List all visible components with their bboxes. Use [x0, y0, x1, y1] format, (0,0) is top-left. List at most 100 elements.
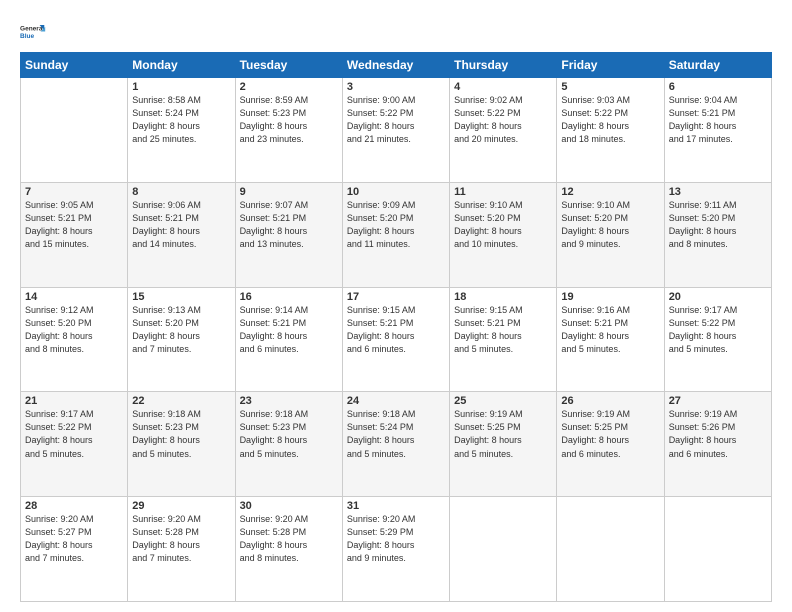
calendar-cell: 31Sunrise: 9:20 AM Sunset: 5:29 PM Dayli…: [342, 497, 449, 602]
day-number: 14: [25, 291, 123, 303]
calendar-cell: 8Sunrise: 9:06 AM Sunset: 5:21 PM Daylig…: [128, 182, 235, 287]
weekday-wednesday: Wednesday: [342, 53, 449, 78]
weekday-saturday: Saturday: [664, 53, 771, 78]
weekday-tuesday: Tuesday: [235, 53, 342, 78]
day-info: Sunrise: 9:19 AM Sunset: 5:26 PM Dayligh…: [669, 408, 767, 460]
calendar-cell: 11Sunrise: 9:10 AM Sunset: 5:20 PM Dayli…: [450, 182, 557, 287]
calendar-cell: 15Sunrise: 9:13 AM Sunset: 5:20 PM Dayli…: [128, 287, 235, 392]
day-info: Sunrise: 9:07 AM Sunset: 5:21 PM Dayligh…: [240, 199, 338, 251]
calendar-cell: 12Sunrise: 9:10 AM Sunset: 5:20 PM Dayli…: [557, 182, 664, 287]
svg-text:General: General: [20, 26, 44, 33]
calendar-cell: 14Sunrise: 9:12 AM Sunset: 5:20 PM Dayli…: [21, 287, 128, 392]
day-number: 28: [25, 500, 123, 512]
calendar-cell: [21, 78, 128, 183]
day-number: 5: [561, 81, 659, 93]
day-number: 23: [240, 395, 338, 407]
day-number: 10: [347, 186, 445, 198]
calendar-cell: 24Sunrise: 9:18 AM Sunset: 5:24 PM Dayli…: [342, 392, 449, 497]
header: GeneralBlue: [20, 18, 772, 46]
day-info: Sunrise: 9:05 AM Sunset: 5:21 PM Dayligh…: [25, 199, 123, 251]
day-number: 31: [347, 500, 445, 512]
day-number: 9: [240, 186, 338, 198]
day-number: 24: [347, 395, 445, 407]
calendar-cell: 9Sunrise: 9:07 AM Sunset: 5:21 PM Daylig…: [235, 182, 342, 287]
day-info: Sunrise: 9:13 AM Sunset: 5:20 PM Dayligh…: [132, 304, 230, 356]
day-info: Sunrise: 9:10 AM Sunset: 5:20 PM Dayligh…: [454, 199, 552, 251]
calendar-body: 1Sunrise: 8:58 AM Sunset: 5:24 PM Daylig…: [21, 78, 772, 602]
day-info: Sunrise: 9:18 AM Sunset: 5:23 PM Dayligh…: [132, 408, 230, 460]
calendar-cell: 3Sunrise: 9:00 AM Sunset: 5:22 PM Daylig…: [342, 78, 449, 183]
day-info: Sunrise: 9:16 AM Sunset: 5:21 PM Dayligh…: [561, 304, 659, 356]
calendar-cell: 18Sunrise: 9:15 AM Sunset: 5:21 PM Dayli…: [450, 287, 557, 392]
day-number: 16: [240, 291, 338, 303]
calendar-cell: 13Sunrise: 9:11 AM Sunset: 5:20 PM Dayli…: [664, 182, 771, 287]
weekday-header-row: SundayMondayTuesdayWednesdayThursdayFrid…: [21, 53, 772, 78]
day-info: Sunrise: 9:19 AM Sunset: 5:25 PM Dayligh…: [454, 408, 552, 460]
day-number: 20: [669, 291, 767, 303]
calendar-cell: 5Sunrise: 9:03 AM Sunset: 5:22 PM Daylig…: [557, 78, 664, 183]
day-info: Sunrise: 9:17 AM Sunset: 5:22 PM Dayligh…: [669, 304, 767, 356]
calendar-cell: 21Sunrise: 9:17 AM Sunset: 5:22 PM Dayli…: [21, 392, 128, 497]
day-info: Sunrise: 9:20 AM Sunset: 5:29 PM Dayligh…: [347, 513, 445, 565]
day-number: 27: [669, 395, 767, 407]
week-row-1: 1Sunrise: 8:58 AM Sunset: 5:24 PM Daylig…: [21, 78, 772, 183]
day-number: 2: [240, 81, 338, 93]
day-info: Sunrise: 9:00 AM Sunset: 5:22 PM Dayligh…: [347, 94, 445, 146]
day-number: 15: [132, 291, 230, 303]
calendar-cell: 16Sunrise: 9:14 AM Sunset: 5:21 PM Dayli…: [235, 287, 342, 392]
calendar-cell: 30Sunrise: 9:20 AM Sunset: 5:28 PM Dayli…: [235, 497, 342, 602]
calendar-cell: 19Sunrise: 9:16 AM Sunset: 5:21 PM Dayli…: [557, 287, 664, 392]
day-number: 11: [454, 186, 552, 198]
day-info: Sunrise: 9:15 AM Sunset: 5:21 PM Dayligh…: [454, 304, 552, 356]
calendar-cell: [450, 497, 557, 602]
calendar-cell: 10Sunrise: 9:09 AM Sunset: 5:20 PM Dayli…: [342, 182, 449, 287]
calendar-cell: 28Sunrise: 9:20 AM Sunset: 5:27 PM Dayli…: [21, 497, 128, 602]
day-info: Sunrise: 9:20 AM Sunset: 5:28 PM Dayligh…: [240, 513, 338, 565]
page: GeneralBlue SundayMondayTuesdayWednesday…: [0, 0, 792, 612]
day-number: 7: [25, 186, 123, 198]
calendar-cell: 25Sunrise: 9:19 AM Sunset: 5:25 PM Dayli…: [450, 392, 557, 497]
day-info: Sunrise: 9:14 AM Sunset: 5:21 PM Dayligh…: [240, 304, 338, 356]
day-info: Sunrise: 9:19 AM Sunset: 5:25 PM Dayligh…: [561, 408, 659, 460]
calendar-cell: 7Sunrise: 9:05 AM Sunset: 5:21 PM Daylig…: [21, 182, 128, 287]
day-info: Sunrise: 9:18 AM Sunset: 5:24 PM Dayligh…: [347, 408, 445, 460]
week-row-4: 21Sunrise: 9:17 AM Sunset: 5:22 PM Dayli…: [21, 392, 772, 497]
day-info: Sunrise: 9:10 AM Sunset: 5:20 PM Dayligh…: [561, 199, 659, 251]
day-info: Sunrise: 9:20 AM Sunset: 5:28 PM Dayligh…: [132, 513, 230, 565]
day-info: Sunrise: 9:17 AM Sunset: 5:22 PM Dayligh…: [25, 408, 123, 460]
day-number: 4: [454, 81, 552, 93]
generalblue-logo-icon: GeneralBlue: [20, 18, 48, 46]
calendar-table: SundayMondayTuesdayWednesdayThursdayFrid…: [20, 52, 772, 602]
calendar-cell: 26Sunrise: 9:19 AM Sunset: 5:25 PM Dayli…: [557, 392, 664, 497]
day-info: Sunrise: 9:20 AM Sunset: 5:27 PM Dayligh…: [25, 513, 123, 565]
calendar-cell: 17Sunrise: 9:15 AM Sunset: 5:21 PM Dayli…: [342, 287, 449, 392]
day-info: Sunrise: 9:02 AM Sunset: 5:22 PM Dayligh…: [454, 94, 552, 146]
weekday-sunday: Sunday: [21, 53, 128, 78]
calendar-cell: [664, 497, 771, 602]
day-number: 8: [132, 186, 230, 198]
day-number: 18: [454, 291, 552, 303]
day-number: 19: [561, 291, 659, 303]
week-row-3: 14Sunrise: 9:12 AM Sunset: 5:20 PM Dayli…: [21, 287, 772, 392]
day-number: 21: [25, 395, 123, 407]
day-number: 17: [347, 291, 445, 303]
calendar-cell: 20Sunrise: 9:17 AM Sunset: 5:22 PM Dayli…: [664, 287, 771, 392]
day-number: 30: [240, 500, 338, 512]
day-number: 6: [669, 81, 767, 93]
day-number: 26: [561, 395, 659, 407]
day-number: 25: [454, 395, 552, 407]
calendar-cell: 23Sunrise: 9:18 AM Sunset: 5:23 PM Dayli…: [235, 392, 342, 497]
weekday-monday: Monday: [128, 53, 235, 78]
day-info: Sunrise: 9:11 AM Sunset: 5:20 PM Dayligh…: [669, 199, 767, 251]
week-row-5: 28Sunrise: 9:20 AM Sunset: 5:27 PM Dayli…: [21, 497, 772, 602]
day-number: 12: [561, 186, 659, 198]
day-number: 13: [669, 186, 767, 198]
weekday-thursday: Thursday: [450, 53, 557, 78]
day-info: Sunrise: 9:04 AM Sunset: 5:21 PM Dayligh…: [669, 94, 767, 146]
day-number: 29: [132, 500, 230, 512]
weekday-friday: Friday: [557, 53, 664, 78]
logo: GeneralBlue: [20, 18, 48, 46]
day-info: Sunrise: 9:03 AM Sunset: 5:22 PM Dayligh…: [561, 94, 659, 146]
day-info: Sunrise: 8:59 AM Sunset: 5:23 PM Dayligh…: [240, 94, 338, 146]
calendar-cell: 1Sunrise: 8:58 AM Sunset: 5:24 PM Daylig…: [128, 78, 235, 183]
